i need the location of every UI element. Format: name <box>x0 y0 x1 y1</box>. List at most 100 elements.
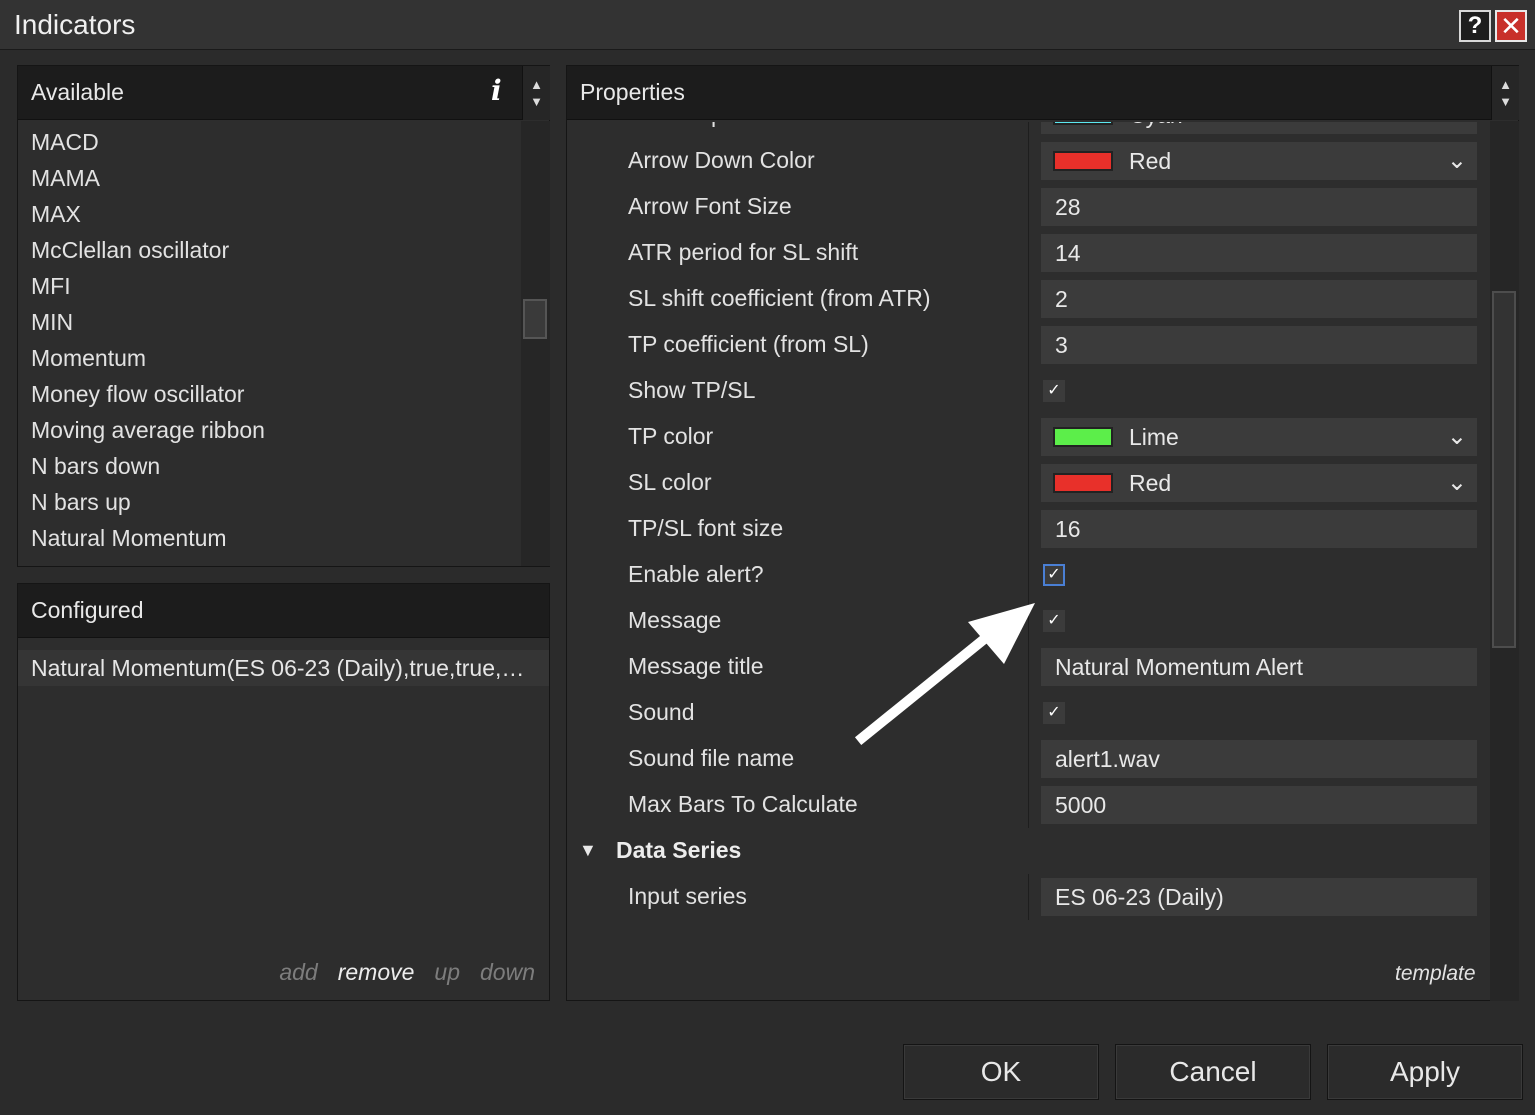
property-input[interactable]: 2 <box>1041 280 1477 318</box>
property-label: Message title <box>628 653 764 679</box>
property-label: TP color <box>628 423 714 449</box>
color-swatch <box>1053 473 1113 493</box>
available-scroll-spinner[interactable]: ▲ ▼ <box>522 66 550 120</box>
property-label: ATR period for SL shift <box>628 239 859 265</box>
section-data-series[interactable]: ▼ Data Series <box>567 828 1489 874</box>
cancel-button[interactable]: Cancel <box>1115 1044 1311 1100</box>
available-item[interactable]: Momentum <box>18 340 520 376</box>
column-divider <box>1028 782 1029 828</box>
chevron-down-icon[interactable]: ⌄ <box>1447 142 1467 180</box>
property-input[interactable]: 3 <box>1041 326 1477 364</box>
properties-header: Properties ▲ ▼ <box>567 66 1519 120</box>
property-checkbox[interactable]: ✓ <box>1043 610 1065 632</box>
properties-scroll-spinner[interactable]: ▲ ▼ <box>1491 66 1519 120</box>
available-item[interactable]: N bars up <box>18 484 520 520</box>
property-input[interactable]: alert1.wav <box>1041 740 1477 778</box>
info-icon[interactable]: i <box>491 74 502 107</box>
up-link[interactable]: up <box>434 959 460 986</box>
color-swatch <box>1053 427 1113 447</box>
property-label: Arrow Up Color <box>628 122 785 128</box>
property-input[interactable]: 5000 <box>1041 786 1477 824</box>
property-row-enable-alert: Enable alert? ✓ <box>567 552 1489 598</box>
property-checkbox[interactable]: ✓ <box>1043 380 1065 402</box>
property-label: Sound file name <box>628 745 795 771</box>
add-link[interactable]: add <box>279 959 317 986</box>
property-row-arrow-font-size: Arrow Font Size 28 <box>567 184 1489 230</box>
column-divider <box>1028 368 1029 414</box>
collapse-triangle-icon[interactable]: ▼ <box>579 840 597 861</box>
property-label: Message <box>628 607 722 633</box>
available-item[interactable]: Money flow oscillator <box>18 376 520 412</box>
property-label: TP/SL font size <box>628 515 784 541</box>
property-grid: Arrow Up Color Cyan⌄ Arrow Down Color Red ⌄ A… <box>567 122 1489 982</box>
available-item[interactable]: MAMA <box>18 160 520 196</box>
available-item[interactable]: Moving average ribbon <box>18 412 520 448</box>
property-input[interactable]: ES 06-23 (Daily) <box>1041 878 1477 916</box>
title-bar: Indicators ? ✕ <box>0 0 1535 50</box>
property-row-tp-sl-font-size: TP/SL font size 16 <box>567 506 1489 552</box>
property-row-tp-color: TP color Lime ⌄ <box>567 414 1489 460</box>
property-color-select[interactable]: Lime ⌄ <box>1041 418 1477 456</box>
template-link[interactable]: template <box>1395 962 1476 986</box>
properties-scrollbar[interactable] <box>1490 121 1519 1001</box>
chevron-down-icon[interactable]: ⌄ <box>1447 122 1467 134</box>
apply-button[interactable]: Apply <box>1327 1044 1523 1100</box>
property-label: Arrow Font Size <box>628 193 792 219</box>
close-button[interactable]: ✕ <box>1495 10 1527 42</box>
available-item[interactable]: N bars down <box>18 448 520 484</box>
property-input[interactable]: Natural Momentum Alert <box>1041 648 1477 686</box>
color-value: Red <box>1129 148 1172 174</box>
property-checkbox[interactable]: ✓ <box>1043 702 1065 724</box>
property-color-select[interactable]: Red ⌄ <box>1041 464 1477 502</box>
property-label: Show TP/SL <box>628 377 756 403</box>
scroll-down-icon[interactable]: ▼ <box>530 95 543 108</box>
scroll-up-icon[interactable]: ▲ <box>1499 78 1512 91</box>
property-row-show-tp-sl: Show TP/SL ✓ <box>567 368 1489 414</box>
color-swatch <box>1053 122 1113 125</box>
down-link[interactable]: down <box>480 959 535 986</box>
property-checkbox[interactable]: ✓ <box>1043 564 1065 586</box>
chevron-down-icon[interactable]: ⌄ <box>1447 464 1467 502</box>
available-list: MACD MAMA MAX McClellan oscillator MFI MIN Mom… <box>18 124 520 556</box>
help-button[interactable]: ? <box>1459 10 1491 42</box>
available-scrollbar-thumb[interactable] <box>523 299 547 339</box>
available-item[interactable]: MACD <box>18 124 520 160</box>
property-row-sound: Sound ✓ <box>567 690 1489 736</box>
property-row-tp-coefficient-from-sl: TP coefficient (from SL) 3 <box>567 322 1489 368</box>
configured-panel: Configured Natural Momentum(ES 06-23 (Da… <box>17 583 550 1001</box>
scroll-down-icon[interactable]: ▼ <box>1499 95 1512 108</box>
available-item[interactable]: MFI <box>18 268 520 304</box>
color-swatch <box>1053 151 1113 171</box>
property-input[interactable]: 28 <box>1041 188 1477 226</box>
available-item[interactable]: Natural Momentum <box>18 520 520 556</box>
available-item[interactable]: MAX <box>18 196 520 232</box>
configured-title: Configured <box>31 597 144 623</box>
property-row-sound-file-name: Sound file name alert1.wav <box>567 736 1489 782</box>
property-row-message: Message ✓ <box>567 598 1489 644</box>
column-divider <box>1028 644 1029 690</box>
available-panel: Available i ▲ ▼ MACD MAMA MAX McClellan osc… <box>17 65 550 567</box>
available-item[interactable]: MIN <box>18 304 520 340</box>
property-input[interactable]: 14 <box>1041 234 1477 272</box>
chevron-down-icon[interactable]: ⌄ <box>1447 418 1467 456</box>
available-title: Available <box>31 79 124 105</box>
available-scrollbar[interactable] <box>521 121 550 566</box>
column-divider <box>1028 690 1029 736</box>
scroll-up-icon[interactable]: ▲ <box>530 78 543 91</box>
property-color-select[interactable]: Red ⌄ <box>1041 142 1477 180</box>
property-label: Enable alert? <box>628 561 764 587</box>
configured-item[interactable]: Natural Momentum(ES 06-23 (Daily),true,t… <box>18 650 549 686</box>
property-color-select[interactable]: Cyan ⌄ <box>1041 122 1477 134</box>
property-input[interactable]: 16 <box>1041 510 1477 548</box>
property-label: Arrow Down Color <box>628 147 815 173</box>
available-item[interactable]: McClellan oscillator <box>18 232 520 268</box>
ok-button[interactable]: OK <box>903 1044 1099 1100</box>
properties-panel: Properties ▲ ▼ Arrow Up ColorCyan⌄Arrow … <box>566 65 1519 1001</box>
column-divider <box>1028 322 1029 368</box>
remove-link[interactable]: remove <box>338 959 415 986</box>
column-divider <box>1028 276 1029 322</box>
property-row-message-title: Message title Natural Momentum Alert <box>567 644 1489 690</box>
column-divider <box>1028 552 1029 598</box>
property-label: SL shift coefficient (from ATR) <box>628 285 931 311</box>
properties-scrollbar-thumb[interactable] <box>1492 291 1516 648</box>
